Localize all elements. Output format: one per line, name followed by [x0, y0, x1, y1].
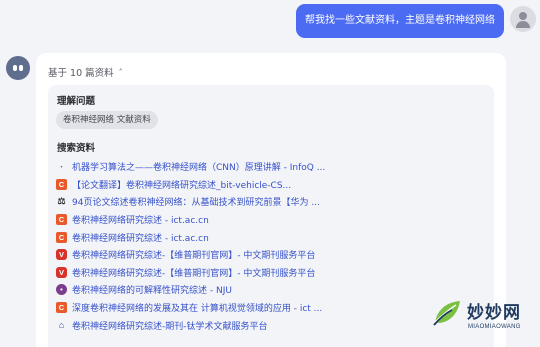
user-message-bubble: 帮我找一些文献资料，主题是卷积神经网络 — [296, 4, 504, 38]
search-result-item[interactable]: • 卷积神经网络的可解释性研究综述 - NJU — [56, 281, 486, 299]
search-result-item[interactable]: V 卷积神经网络研究综述-【维普期刊官网】- 中文期刊服务平台 — [56, 264, 486, 282]
search-result-title: 【论文翻译】卷积神经网络研究综述_bit-vehicle-CS... — [72, 180, 292, 191]
search-result-item[interactable]: C 卷积神经网络研究综述 - ict.ac.cn — [56, 228, 486, 246]
search-result-title: 卷积神经网络研究综述 - ict.ac.cn — [72, 216, 209, 227]
search-result-item[interactable]: C 卷积神经网络研究综述 - ict.ac.cn — [56, 211, 486, 229]
assistant-avatar-eye — [19, 65, 23, 71]
user-avatar — [510, 6, 536, 32]
assistant-avatar — [6, 56, 30, 80]
search-result-title: 卷积神经网络的可解释性研究综述 - NJU — [72, 286, 232, 297]
chevron-up-icon: ˄ — [118, 67, 123, 77]
csdn-icon: C — [56, 178, 67, 190]
ict-icon: C — [56, 214, 67, 226]
search-result-title: 卷积神经网络研究综述-【维普期刊官网】- 中文期刊服务平台 — [72, 268, 316, 279]
search-result-item[interactable]: C 深度卷积神经网络的发展及其在 计算机视觉领域的应用 - ict ... — [56, 299, 486, 317]
vip-icon: V — [56, 266, 67, 278]
csdn-icon: C — [56, 302, 67, 314]
sources-toggle[interactable]: 基于 10 篇资料 ˄ — [48, 65, 123, 80]
search-result-title: 卷积神经网络研究综述-期刊-钛学术文献服务平台 — [72, 321, 268, 332]
understanding-title: 理解问题 — [57, 96, 96, 107]
search-result-item[interactable]: 🞗 机器学习算法之——卷积神经网络（CNN）原理讲解 - InfoQ ... — [56, 158, 486, 176]
search-result-title: 深度卷积神经网络的发展及其在 计算机视觉领域的应用 - ict ... — [72, 304, 323, 315]
user-avatar-head — [519, 12, 527, 20]
sources-toggle-label: 基于 10 篇资料 — [48, 68, 114, 79]
user-avatar-body — [516, 21, 530, 28]
sources-panel: 理解问题 卷积神经网络 文献资料 搜索资料 🞗 机器学习算法之——卷积神经网络（… — [48, 85, 494, 347]
search-title: 搜索资料 — [57, 143, 96, 154]
watermark: 妙妙网 MIAOMIAOWANG — [432, 294, 540, 347]
search-result-title: 卷积神经网络研究综述-【维普期刊官网】- 中文期刊服务平台 — [72, 251, 316, 262]
search-result-title: 机器学习算法之——卷积神经网络（CNN）原理讲解 - InfoQ ... — [72, 163, 326, 174]
query-chip[interactable]: 卷积神经网络 文献资料 — [56, 111, 158, 129]
nju-icon: • — [56, 284, 67, 296]
assistant-avatar-eye — [13, 65, 17, 71]
watermark-leaf-icon — [433, 301, 460, 326]
search-result-item[interactable]: ⚖ 94页论文综述卷积神经网络：从基础技术到研究前景【华为 ... — [56, 193, 486, 211]
user-message-row: 帮我找一些文献资料，主题是卷积神经网络 — [0, 4, 540, 42]
search-result-item[interactable]: ⌂ 卷积神经网络研究综述-期刊-钛学术文献服务平台 — [56, 316, 486, 334]
ict-icon: C — [56, 231, 67, 243]
search-results-list: 🞗 机器学习算法之——卷积神经网络（CNN）原理讲解 - InfoQ ... C… — [56, 158, 486, 334]
watermark-name: 妙妙网 — [467, 303, 521, 323]
doc-icon: ⚖ — [57, 196, 66, 207]
cap-icon: ⌂ — [58, 320, 65, 331]
search-result-item[interactable]: V 卷积神经网络研究综述-【维普期刊官网】- 中文期刊服务平台 — [56, 246, 486, 264]
infoq-icon: 🞗 — [60, 161, 63, 172]
watermark-sub: MIAOMIAOWANG — [468, 324, 521, 330]
search-result-title: 卷积神经网络研究综述 - ict.ac.cn — [72, 233, 209, 244]
search-result-item[interactable]: C 【论文翻译】卷积神经网络研究综述_bit-vehicle-CS... — [56, 176, 486, 194]
search-result-title: 94页论文综述卷积神经网络：从基础技术到研究前景【华为 ... — [72, 198, 320, 209]
vip-icon: V — [56, 249, 67, 261]
